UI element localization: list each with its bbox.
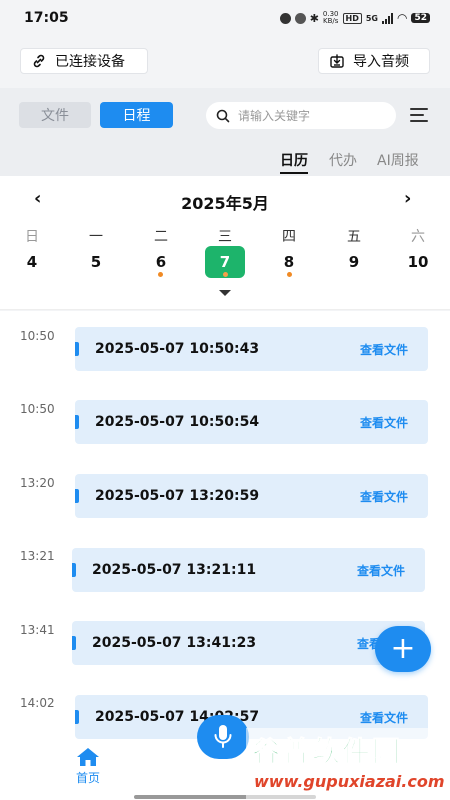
mute-icon bbox=[294, 12, 306, 24]
view-file-link[interactable]: 查看文件 bbox=[360, 709, 408, 726]
calendar-week: ‹ 2025年5月 › 日 一 二 三 四 五 六 4 5 6 7 8 9 10 bbox=[0, 176, 450, 310]
weekday-label: 六 bbox=[411, 229, 425, 245]
nav-home[interactable]: 首页 bbox=[68, 747, 108, 786]
tab-ai-weekly[interactable]: AI周报 bbox=[377, 150, 419, 170]
import-audio-button[interactable]: 导入音频 bbox=[318, 48, 430, 74]
hd-badge: HD bbox=[342, 12, 362, 24]
view-file-link[interactable]: 查看文件 bbox=[357, 562, 405, 579]
calendar-day[interactable]: 5 bbox=[76, 246, 116, 278]
tab-file[interactable]: 文件 bbox=[19, 102, 91, 128]
event-time: 10:50 bbox=[20, 402, 55, 416]
import-icon bbox=[330, 54, 344, 68]
signal-icon bbox=[381, 12, 393, 24]
event-time: 14:02 bbox=[20, 696, 55, 710]
top-bar: 已连接设备 导入音频 bbox=[0, 36, 450, 88]
menu-icon[interactable] bbox=[410, 108, 428, 122]
connected-device-button[interactable]: 已连接设备 bbox=[20, 48, 148, 74]
import-audio-label: 导入音频 bbox=[353, 54, 409, 70]
search-box[interactable] bbox=[206, 102, 396, 129]
microphone-icon bbox=[214, 725, 232, 748]
event-dot bbox=[223, 272, 228, 277]
event-title: 2025-05-07 13:41:23 bbox=[92, 635, 257, 651]
net-speed: 0.30 KB/s bbox=[323, 11, 339, 25]
event-time: 13:20 bbox=[20, 476, 55, 490]
month-title: 2025年5月 bbox=[181, 194, 269, 213]
event-card[interactable]: 2025-05-07 10:50:54 查看文件 bbox=[75, 400, 428, 444]
bluetooth-icon: ✱ bbox=[309, 11, 319, 25]
weekday-label: 日 bbox=[25, 229, 39, 245]
view-file-link[interactable]: 查看文件 bbox=[360, 488, 408, 505]
battery-indicator: 52 bbox=[411, 13, 430, 23]
record-button[interactable] bbox=[197, 715, 249, 759]
network-type: 5G bbox=[365, 13, 378, 23]
add-event-button[interactable]: + bbox=[375, 626, 431, 672]
connected-device-label: 已连接设备 bbox=[55, 54, 125, 70]
watermark-url: www.gupuxiazai.com bbox=[254, 772, 445, 791]
tab-todo[interactable]: 代办 bbox=[329, 150, 357, 170]
event-time: 13:41 bbox=[20, 623, 55, 637]
event-card[interactable]: 2025-05-07 10:50:43 查看文件 bbox=[75, 327, 428, 371]
event-time: 13:21 bbox=[20, 549, 55, 563]
calendar-day[interactable]: 9 bbox=[334, 246, 374, 278]
status-time: 17:05 bbox=[24, 10, 69, 26]
weekday-label: 一 bbox=[89, 229, 103, 245]
weekday-label: 五 bbox=[347, 229, 361, 245]
status-icons: ✱ 0.30 KB/s HD 5G ◠ 52 bbox=[279, 11, 430, 25]
event-title: 2025-05-07 13:21:11 bbox=[92, 562, 257, 578]
view-file-link[interactable]: 查看文件 bbox=[360, 414, 408, 431]
event-card[interactable]: 2025-05-07 13:20:59 查看文件 bbox=[75, 474, 428, 518]
search-input[interactable] bbox=[238, 108, 378, 123]
expand-calendar-icon[interactable] bbox=[219, 290, 231, 296]
calendar-day[interactable]: 10 bbox=[398, 246, 438, 278]
event-title: 2025-05-07 10:50:43 bbox=[95, 341, 260, 357]
tab-calendar[interactable]: 日历 bbox=[280, 150, 308, 174]
event-dot bbox=[158, 272, 163, 277]
wifi-icon: ◠ bbox=[396, 11, 408, 25]
event-list: 10:50 2025-05-07 10:50:43 查看文件 10:50 202… bbox=[0, 311, 450, 751]
weekday-label: 三 bbox=[218, 229, 232, 245]
tabs-row: 文件 日程 bbox=[0, 88, 450, 142]
event-title: 2025-05-07 10:50:54 bbox=[95, 414, 260, 430]
calendar-day[interactable]: 4 bbox=[12, 246, 52, 278]
weekday-label: 四 bbox=[282, 229, 296, 245]
event-title: 2025-05-07 13:20:59 bbox=[95, 488, 260, 504]
plus-icon: + bbox=[390, 631, 416, 666]
search-icon bbox=[216, 109, 230, 122]
home-icon bbox=[77, 748, 99, 766]
net-speed-unit: KB/s bbox=[323, 17, 339, 25]
alarm-icon bbox=[279, 12, 291, 24]
watermark: 谷普软件园 www.gupuxiazai.com bbox=[246, 728, 450, 800]
status-bar: 17:05 ✱ 0.30 KB/s HD 5G ◠ 52 bbox=[0, 0, 450, 36]
nav-home-label: 首页 bbox=[75, 771, 100, 785]
event-card[interactable]: 2025-05-07 13:41:23 查看文件 bbox=[72, 621, 425, 665]
event-time: 10:50 bbox=[20, 329, 55, 343]
link-icon bbox=[33, 54, 45, 68]
view-tabs: 日历 代办 AI周报 bbox=[0, 142, 450, 176]
tab-schedule[interactable]: 日程 bbox=[100, 102, 173, 128]
weekday-label: 二 bbox=[154, 229, 168, 245]
event-dot bbox=[287, 272, 292, 277]
view-file-link[interactable]: 查看文件 bbox=[360, 341, 408, 358]
next-month-button[interactable]: › bbox=[404, 188, 411, 209]
event-card[interactable]: 2025-05-07 13:21:11 查看文件 bbox=[72, 548, 425, 592]
watermark-title: 谷普软件园 bbox=[251, 735, 403, 769]
